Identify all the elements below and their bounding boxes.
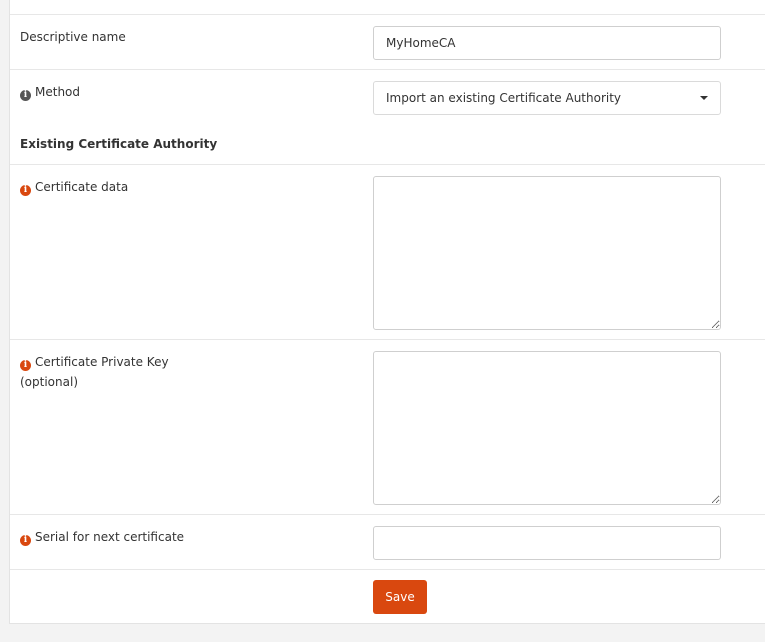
form-footer-divider (10, 569, 765, 570)
private-key-optional-label: (optional) (20, 375, 78, 389)
private-key-row: i Certificate Private Key (optional) (10, 339, 765, 515)
caret-down-icon (700, 96, 708, 100)
private-key-label-wrap: i Certificate Private Key (optional) (20, 352, 169, 392)
info-circle-icon[interactable]: i (20, 185, 31, 196)
private-key-label: Certificate Private Key (35, 355, 169, 369)
serial-row: i Serial for next certificate (10, 514, 765, 570)
method-selected-value: Import an existing Certificate Authority (386, 91, 622, 105)
method-select[interactable]: Import an existing Certificate Authority (373, 81, 721, 115)
private-key-textarea[interactable] (373, 351, 721, 505)
method-label-wrap: i Method (20, 82, 80, 102)
descriptive-name-label: Descriptive name (20, 30, 126, 44)
certificate-data-label: Certificate data (35, 180, 129, 194)
certificate-data-textarea[interactable] (373, 176, 721, 330)
serial-label: Serial for next certificate (35, 530, 185, 544)
section-title: Existing Certificate Authority (20, 137, 218, 151)
save-button[interactable]: Save (373, 580, 427, 614)
method-row: i Method Import an existing Certificate A… (10, 69, 765, 125)
info-circle-icon[interactable]: i (20, 90, 31, 101)
info-circle-icon[interactable]: i (20, 535, 31, 546)
certificate-data-label-wrap: i Certificate data (20, 177, 128, 197)
info-circle-icon[interactable]: i (20, 360, 31, 371)
method-label: Method (35, 85, 81, 99)
descriptive-name-input[interactable] (373, 26, 721, 60)
serial-label-wrap: i Serial for next certificate (20, 527, 184, 547)
descriptive-name-row: Descriptive name (10, 14, 765, 70)
serial-input[interactable] (373, 526, 721, 560)
certificate-authority-form: Descriptive name i Method Import an exist… (9, 0, 765, 624)
certificate-data-row: i Certificate data (10, 164, 765, 340)
